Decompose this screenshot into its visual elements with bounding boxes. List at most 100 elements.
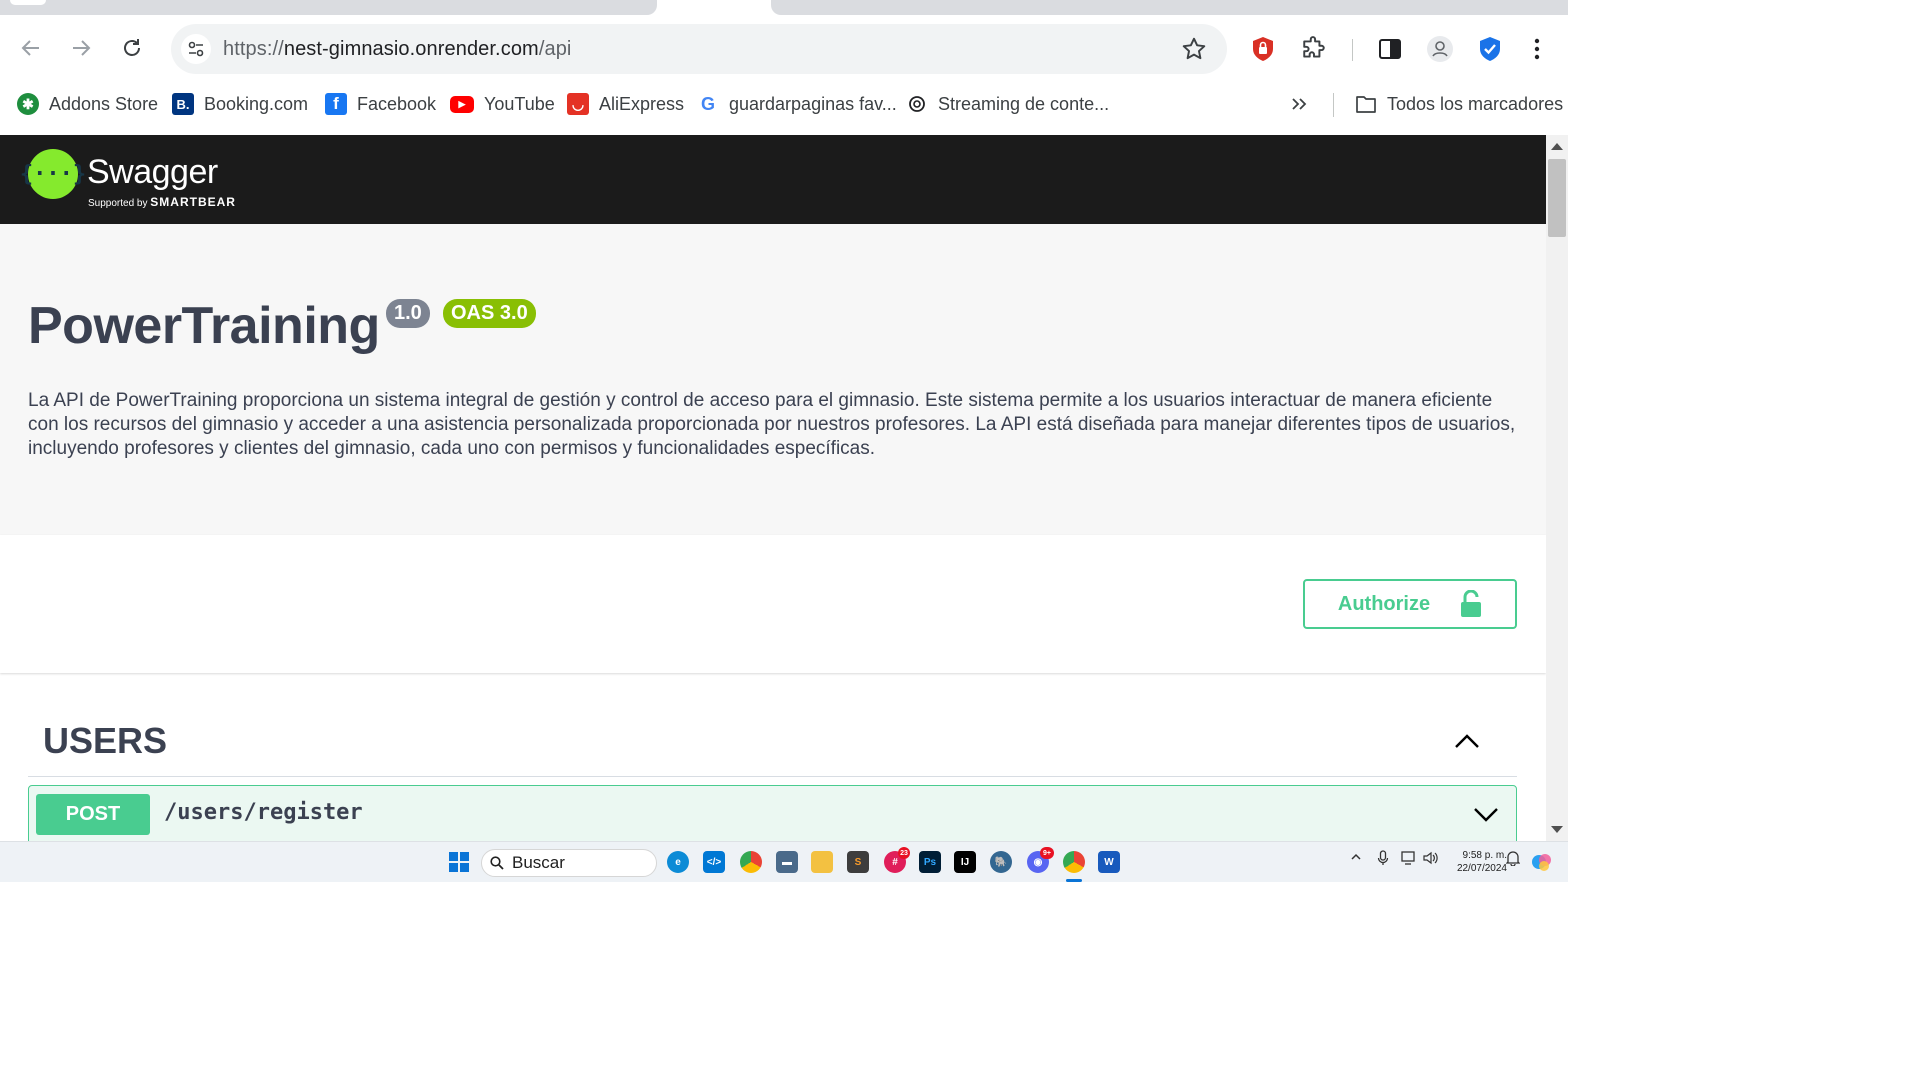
network-icon[interactable] <box>1401 850 1417 869</box>
bookmark-star-icon[interactable] <box>1181 36 1207 62</box>
toolbar-divider <box>1352 39 1353 61</box>
tab-strip <box>0 0 1568 15</box>
edge-icon[interactable]: e <box>667 851 689 873</box>
profile-avatar-icon[interactable] <box>1426 35 1454 63</box>
operation-path: /users/register <box>164 800 363 825</box>
addons-store-icon: ✱ <box>17 93 39 115</box>
browser-menu-icon[interactable] <box>1523 35 1551 63</box>
search-placeholder: Buscar <box>512 853 565 872</box>
bookmark-label: Booking.com <box>204 93 309 114</box>
bitwarden-extension-icon[interactable] <box>1476 35 1504 63</box>
word-icon[interactable]: W <box>1098 851 1120 873</box>
openai-icon <box>906 93 928 115</box>
url-scheme: https:// <box>223 38 284 60</box>
bookmark-google[interactable]: G guardarpaginas fav... <box>697 91 897 117</box>
microphone-icon[interactable] <box>1377 850 1389 869</box>
api-description: La API de PowerTraining proporciona un s… <box>28 390 1516 459</box>
bookmark-booking[interactable]: B. Booking.com <box>172 91 308 117</box>
supported-by-text: Supported by <box>88 198 148 209</box>
search-icon <box>490 856 504 870</box>
sublime-text-icon[interactable]: S <box>847 851 869 873</box>
scroll-up-icon[interactable] <box>1551 143 1563 150</box>
more-bookmarks-chevron-icon[interactable] <box>1290 91 1308 117</box>
scheme-container: Authorize <box>0 535 1546 673</box>
facebook-icon: f <box>325 93 347 115</box>
youtube-icon: ▶ <box>450 95 474 113</box>
swagger-logo-icon[interactable]: {···} <box>20 149 86 199</box>
extensions-puzzle-icon[interactable] <box>1300 35 1328 63</box>
oas-badge: OAS 3.0 <box>443 299 536 328</box>
page-scrollbar[interactable] <box>1546 135 1568 841</box>
bookmark-label: YouTube <box>484 93 555 114</box>
tag-header[interactable]: USERS <box>28 720 1517 777</box>
http-method-badge: POST <box>36 794 150 835</box>
bookmark-addons-store[interactable]: ✱ Addons Store <box>17 91 158 117</box>
bookmarks-divider <box>1333 93 1334 117</box>
active-app-indicator <box>1066 879 1082 882</box>
clock-time: 9:58 p. m. <box>1462 850 1507 861</box>
url-text[interactable]: https://nest-gimnasio.onrender.com/api <box>223 38 571 61</box>
chrome-active-icon[interactable] <box>1063 851 1085 873</box>
smartbear-text: SMARTBEAR <box>150 195 236 209</box>
vscode-icon[interactable]: </> <box>703 851 725 873</box>
booking-icon: B. <box>172 93 194 115</box>
all-bookmarks-folder[interactable]: Todos los marcadores <box>1355 91 1563 117</box>
scroll-down-icon[interactable] <box>1551 826 1563 833</box>
copilot-icon[interactable] <box>1530 850 1554 877</box>
inactive-tab-left[interactable] <box>0 0 657 15</box>
chrome-icon[interactable] <box>740 851 762 873</box>
bookmark-streaming[interactable]: Streaming de conte... <box>906 91 1109 117</box>
reload-icon[interactable] <box>117 33 147 63</box>
authorize-label: Authorize <box>1337 592 1431 615</box>
bookmark-label: AliExpress <box>599 93 685 114</box>
clock-date: 22/07/2024 <box>1456 863 1507 874</box>
windows-taskbar: Buscar e </> ▬ S # 23 Ps IJ 🐘 ◉ 9+ W 9:5… <box>0 841 1568 882</box>
bookmark-youtube[interactable]: ▶ YouTube <box>450 91 555 117</box>
intellij-icon[interactable]: IJ <box>954 851 976 873</box>
address-bar[interactable]: https://nest-gimnasio.onrender.com/api <box>171 24 1227 74</box>
swagger-topbar: {···} Swagger Supported by SMARTBEAR <box>0 135 1546 224</box>
back-icon[interactable] <box>16 33 46 63</box>
side-panel-icon[interactable] <box>1376 35 1404 63</box>
windows-start-icon[interactable] <box>449 852 469 872</box>
bookmark-label: Facebook <box>357 93 437 114</box>
unlocked-icon <box>1461 590 1482 617</box>
bookmark-facebook[interactable]: f Facebook <box>325 91 436 117</box>
url-host: nest-gimnasio.onrender.com <box>283 38 539 60</box>
taskbar-search[interactable]: Buscar <box>481 849 657 877</box>
volume-icon[interactable] <box>1422 850 1438 869</box>
photoshop-icon[interactable]: Ps <box>919 851 941 873</box>
tag-section-users: USERS POST /users/register <box>28 720 1517 841</box>
all-bookmarks-label: Todos los marcadores <box>1387 93 1564 114</box>
system-clock[interactable]: 9:58 p. m. 22/07/2024 <box>1447 849 1507 875</box>
operation-post-users-register[interactable]: POST /users/register <box>28 785 1517 841</box>
swagger-brand: Swagger <box>87 153 218 191</box>
google-icon: G <box>697 93 719 115</box>
tag-title: USERS <box>43 720 168 761</box>
inactive-tab-right[interactable] <box>771 0 1568 15</box>
postgresql-icon[interactable]: 🐘 <box>990 851 1012 873</box>
chevron-down-icon[interactable] <box>1472 800 1500 828</box>
scroll-thumb[interactable] <box>1548 159 1566 237</box>
forward-icon[interactable] <box>66 33 96 63</box>
bookmark-label: Addons Store <box>49 93 159 114</box>
page-viewport: {···} Swagger Supported by SMARTBEAR Pow… <box>0 135 1546 841</box>
folder-icon <box>1355 93 1377 115</box>
browser-toolbar: https://nest-gimnasio.onrender.com/api <box>0 15 1568 85</box>
bookmark-label: Streaming de conte... <box>938 93 1110 114</box>
adblock-extension-icon[interactable] <box>1249 35 1277 63</box>
tray-overflow-icon[interactable] <box>1350 850 1362 866</box>
bookmarks-bar: ✱ Addons Store B. Booking.com f Facebook… <box>0 85 1568 123</box>
swagger-supported-by: Supported by SMARTBEAR <box>88 195 236 209</box>
bookmark-label: guardarpaginas fav... <box>729 93 897 114</box>
api-info: PowerTraining 1.0 OAS 3.0 La API de Powe… <box>0 224 1546 535</box>
discord-badge: 9+ <box>1040 847 1054 859</box>
slack-badge: 23 <box>898 847 910 859</box>
file-manager-icon[interactable]: ▬ <box>776 851 798 873</box>
bookmark-aliexpress[interactable]: ◡ AliExpress <box>567 91 684 117</box>
chevron-up-icon[interactable] <box>1453 728 1481 756</box>
authorize-button[interactable]: Authorize <box>1303 579 1517 629</box>
file-explorer-icon[interactable] <box>811 851 833 873</box>
notification-bell-icon[interactable] <box>1505 850 1521 869</box>
site-settings-icon[interactable] <box>181 34 211 64</box>
